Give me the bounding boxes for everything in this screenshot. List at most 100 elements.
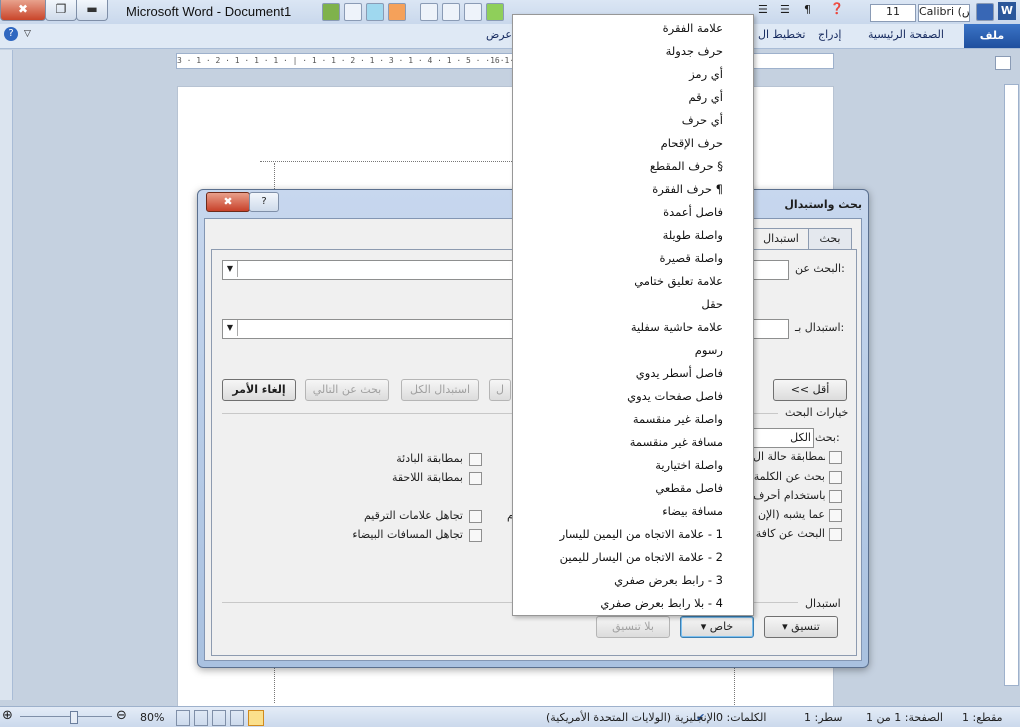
tab-layout[interactable]: تخطيط ال [758, 28, 806, 41]
help-circle-icon[interactable]: ? [4, 27, 18, 41]
status-language[interactable]: الإنجليزية (الولايات المتحدة الأمريكية) [546, 711, 716, 724]
no-format-button[interactable]: بلا تنسيق [596, 616, 670, 638]
special-menu-item[interactable]: حرف الإقحام [661, 136, 723, 150]
special-menu-item[interactable]: رسوم [695, 343, 723, 357]
zoom-in-icon[interactable]: ⊕ [2, 708, 13, 723]
wildcards-checkbox[interactable] [829, 490, 842, 503]
window-title: Microsoft Word - Document1 [126, 4, 292, 19]
print-layout-icon[interactable] [248, 710, 264, 726]
tab-file[interactable]: ملف [964, 24, 1020, 48]
dialog-help-button[interactable]: ? [249, 192, 279, 212]
special-menu-item[interactable]: فاصل أعمدة [663, 205, 723, 219]
special-menu-item[interactable]: علامة الفقرة [663, 21, 723, 35]
zoom-thumb[interactable] [70, 711, 78, 724]
chevron-down-icon[interactable]: ▽ [24, 29, 31, 39]
status-words[interactable]: الكلمات: 0 [716, 711, 766, 724]
cancel-button[interactable]: إلغاء الأمر [222, 379, 296, 401]
tab-home[interactable]: الصفحة الرئيسية [868, 28, 944, 41]
match-prefix-label: بمطابقة البادئة [396, 452, 463, 465]
special-menu-item[interactable]: علامة حاشية سفلية [631, 320, 723, 334]
reading-layout-icon[interactable] [230, 710, 244, 726]
numbering-icon[interactable]: ☰ [758, 3, 768, 16]
match-suffix-checkbox[interactable] [469, 472, 482, 485]
zoom-slider[interactable] [20, 716, 112, 717]
window-restore-button[interactable]: ❐ [45, 0, 77, 21]
special-menu-item[interactable]: واصلة اختيارية [655, 458, 723, 472]
special-menu-item[interactable]: مسافة غير منقسمة [630, 435, 723, 449]
special-menu-item[interactable]: واصلة غير منقسمة [633, 412, 723, 426]
special-menu-item[interactable]: حرف جدولة [666, 44, 723, 58]
tab-view[interactable]: عرض [486, 28, 512, 41]
special-menu-item[interactable]: فاصل مقطعي [655, 481, 723, 495]
less-button[interactable]: << أقل [773, 379, 847, 401]
search-options-title: خيارات البحث [785, 406, 849, 419]
special-menu-item[interactable]: 1 - علامة الاتجاه من اليمين لليسار [560, 527, 723, 541]
draft-icon[interactable] [176, 710, 190, 726]
font-name-box[interactable]: Calibri (أسس [918, 4, 970, 22]
special-menu-item[interactable]: واصلة قصيرة [660, 251, 723, 265]
format-button[interactable]: ▾ تنسيق [764, 616, 838, 638]
fill-color-icon[interactable] [366, 3, 384, 21]
search-label: بحث: [815, 431, 840, 444]
special-menu-item[interactable]: فاصل أسطر يدوي [636, 366, 723, 380]
wildcards-label: باستخدام أحرف [753, 489, 825, 502]
special-menu-item[interactable]: 2 - علامة الاتجاه من اليسار لليمين [560, 550, 723, 564]
special-menu-item[interactable]: علامة تعليق ختامي [634, 274, 723, 288]
ruler-toggle-icon[interactable] [995, 56, 1011, 70]
special-menu-item[interactable]: 3 - رابط بعرض صفري [614, 573, 723, 587]
status-section[interactable]: مقطع: 1 [962, 711, 1003, 724]
search-scope-select[interactable]: الكل [752, 428, 814, 448]
special-menu-item[interactable]: أي حرف [682, 113, 723, 127]
special-menu-item[interactable]: فاصل صفحات يدوي [627, 389, 723, 403]
paragraph-icon[interactable]: ¶ [804, 3, 811, 16]
replace-section-label: استبدال [805, 597, 841, 610]
help-icon[interactable]: ❓ [830, 2, 844, 15]
zoom-level[interactable]: 80% [140, 711, 164, 724]
outline-icon[interactable] [194, 710, 208, 726]
special-menu-item[interactable]: 4 - بلا رابط بعرض صفري [600, 596, 723, 610]
replace-label: استبدال بـ: [795, 321, 845, 334]
ignore-whitespace-checkbox[interactable] [469, 529, 482, 542]
excel-icon[interactable] [322, 3, 340, 21]
find-next-button[interactable]: بحث عن التالي [305, 379, 389, 401]
cursor-icon[interactable] [464, 3, 482, 21]
window-minimize-button[interactable]: ▬ [76, 0, 108, 21]
tab-find[interactable]: بحث [808, 228, 852, 250]
left-scroll-strip[interactable] [0, 50, 13, 700]
special-menu-item[interactable]: § حرف المقطع [650, 159, 723, 173]
sounds-like-checkbox[interactable] [829, 509, 842, 522]
tab-replace[interactable]: استبدال [753, 228, 809, 250]
replace-dropdown-icon[interactable]: ▼ [223, 320, 238, 336]
match-case-checkbox[interactable] [829, 451, 842, 464]
status-line[interactable]: سطر: 1 [804, 711, 843, 724]
special-menu-item[interactable]: أي رقم [688, 90, 723, 104]
special-menu-item[interactable]: أي رمز [689, 67, 723, 81]
dialog-close-button[interactable]: ✖ [206, 192, 250, 212]
window-close-button[interactable]: ✖ [0, 0, 46, 21]
vertical-ruler[interactable] [1004, 84, 1019, 686]
pointer-icon[interactable] [442, 3, 460, 21]
list-icon[interactable] [420, 3, 438, 21]
whole-word-checkbox[interactable] [829, 471, 842, 484]
all-forms-checkbox[interactable] [829, 528, 842, 541]
save-icon[interactable] [976, 3, 994, 21]
status-page[interactable]: الصفحة: 1 من 1 [866, 711, 943, 724]
color-swatch-icon[interactable] [486, 3, 504, 21]
align-icon[interactable]: ☰ [780, 3, 790, 16]
sort-icon[interactable] [344, 3, 362, 21]
replace-all-button[interactable]: استبدال الكل [401, 379, 479, 401]
find-dropdown-icon[interactable]: ▼ [223, 261, 238, 277]
shape-fill-icon[interactable] [388, 3, 406, 21]
special-menu-item[interactable]: ¶ حرف الفقرة [652, 182, 723, 196]
font-size-box[interactable]: 11 [870, 4, 916, 22]
zoom-out-icon[interactable]: ⊖ [116, 708, 127, 723]
special-menu-item[interactable]: واصلة طويلة [663, 228, 723, 242]
match-prefix-checkbox[interactable] [469, 453, 482, 466]
ignore-punctuation-checkbox[interactable] [469, 510, 482, 523]
special-button[interactable]: ▾ خاص [680, 616, 754, 638]
special-menu-item[interactable]: حقل [701, 297, 723, 311]
special-menu-item[interactable]: مسافة بيضاء [662, 504, 723, 518]
tab-insert[interactable]: إدراج [818, 28, 841, 41]
web-layout-icon[interactable] [212, 710, 226, 726]
replace-button[interactable]: ل [489, 379, 511, 401]
